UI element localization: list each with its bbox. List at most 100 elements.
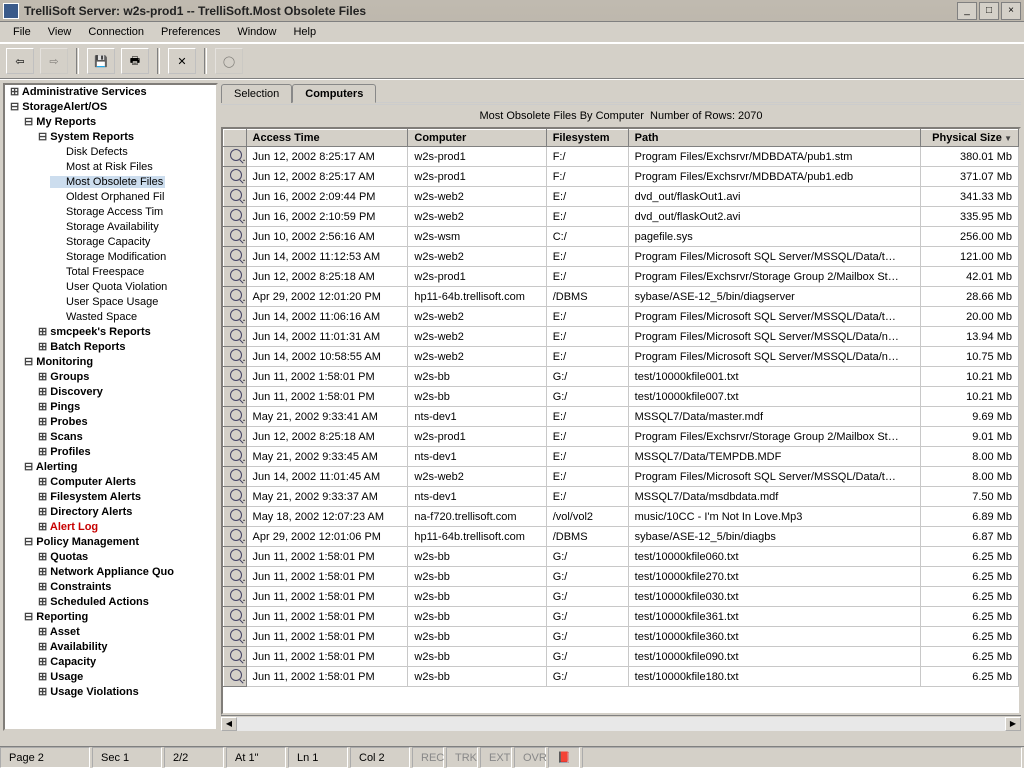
- magnify-icon[interactable]: [230, 209, 242, 221]
- tree-item[interactable]: Reporting: [22, 611, 90, 623]
- table-row[interactable]: Jun 12, 2002 8:25:18 AMw2s-prod1E:/Progr…: [224, 427, 1019, 447]
- tree-item[interactable]: Groups: [36, 371, 91, 383]
- magnify-icon[interactable]: [230, 589, 242, 601]
- table-row[interactable]: Jun 11, 2002 1:58:01 PMw2s-bbG:/test/100…: [224, 567, 1019, 587]
- menu-view[interactable]: View: [41, 24, 79, 40]
- table-row[interactable]: Jun 11, 2002 1:58:01 PMw2s-bbG:/test/100…: [224, 607, 1019, 627]
- table-row[interactable]: Jun 11, 2002 1:58:01 PMw2s-bbG:/test/100…: [224, 547, 1019, 567]
- tree-item[interactable]: Directory Alerts: [36, 506, 134, 518]
- tree-item[interactable]: User Quota Violation: [50, 281, 169, 293]
- magnify-icon[interactable]: [230, 609, 242, 621]
- magnify-icon[interactable]: [230, 269, 242, 281]
- data-grid[interactable]: Access TimeComputerFilesystemPathPhysica…: [221, 127, 1021, 715]
- magnify-icon[interactable]: [230, 349, 242, 361]
- tree-item[interactable]: smcpeek's Reports: [36, 326, 153, 338]
- tree-item[interactable]: Storage Capacity: [50, 236, 152, 248]
- tree-item[interactable]: Most at Risk Files: [50, 161, 155, 173]
- tree-item[interactable]: Network Appliance Quo: [36, 566, 176, 578]
- magnify-icon[interactable]: [230, 669, 242, 681]
- table-row[interactable]: Jun 16, 2002 2:09:44 PMw2s-web2E:/dvd_ou…: [224, 187, 1019, 207]
- table-row[interactable]: Jun 12, 2002 8:25:17 AMw2s-prod1F:/Progr…: [224, 147, 1019, 167]
- table-row[interactable]: Jun 11, 2002 1:58:01 PMw2s-bbG:/test/100…: [224, 367, 1019, 387]
- tree-item[interactable]: Discovery: [36, 386, 105, 398]
- scroll-right[interactable]: ▶: [1005, 717, 1021, 731]
- tree-item[interactable]: Storage Access Tim: [50, 206, 165, 218]
- tree-item[interactable]: My Reports: [22, 116, 98, 128]
- table-row[interactable]: Jun 11, 2002 1:58:01 PMw2s-bbG:/test/100…: [224, 667, 1019, 687]
- magnify-icon[interactable]: [230, 169, 242, 181]
- forward-button[interactable]: ⇨: [40, 48, 68, 74]
- tree-item[interactable]: StorageAlert/OS: [8, 101, 109, 113]
- close-button[interactable]: ×: [1001, 2, 1021, 20]
- tree-item[interactable]: Monitoring: [22, 356, 95, 368]
- magnify-icon[interactable]: [230, 309, 242, 321]
- tree-item[interactable]: Total Freespace: [50, 266, 146, 278]
- col-fs[interactable]: Filesystem: [546, 130, 628, 147]
- stop-button[interactable]: ◯: [215, 48, 243, 74]
- menu-preferences[interactable]: Preferences: [154, 24, 227, 40]
- tree-item[interactable]: Usage Violations: [36, 686, 141, 698]
- table-row[interactable]: Jun 11, 2002 1:58:01 PMw2s-bbG:/test/100…: [224, 587, 1019, 607]
- print-button[interactable]: 🖶: [121, 48, 149, 74]
- magnify-icon[interactable]: [230, 189, 242, 201]
- tree-item[interactable]: Oldest Orphaned Fil: [50, 191, 166, 203]
- tree-item[interactable]: Policy Management: [22, 536, 141, 548]
- scroll-left[interactable]: ◀: [221, 717, 237, 731]
- tree-item[interactable]: User Space Usage: [50, 296, 160, 308]
- table-row[interactable]: Jun 11, 2002 1:58:01 PMw2s-bbG:/test/100…: [224, 627, 1019, 647]
- col-path[interactable]: Path: [628, 130, 920, 147]
- table-row[interactable]: Jun 14, 2002 11:01:45 AMw2s-web2E:/Progr…: [224, 467, 1019, 487]
- table-row[interactable]: Jun 14, 2002 10:58:55 AMw2s-web2E:/Progr…: [224, 347, 1019, 367]
- table-row[interactable]: Apr 29, 2002 12:01:20 PMhp11-64b.trellis…: [224, 287, 1019, 307]
- tree-item[interactable]: Capacity: [36, 656, 98, 668]
- tree-item[interactable]: Probes: [36, 416, 90, 428]
- tab-selection[interactable]: Selection: [221, 84, 292, 103]
- table-row[interactable]: Jun 14, 2002 11:12:53 AMw2s-web2E:/Progr…: [224, 247, 1019, 267]
- menu-connection[interactable]: Connection: [81, 24, 151, 40]
- tree-item[interactable]: Asset: [36, 626, 82, 638]
- table-row[interactable]: May 21, 2002 9:33:45 AMnts-dev1E:/MSSQL7…: [224, 447, 1019, 467]
- table-row[interactable]: Jun 16, 2002 2:10:59 PMw2s-web2E:/dvd_ou…: [224, 207, 1019, 227]
- nav-tree[interactable]: Administrative Services StorageAlert/OS My…: [3, 83, 218, 731]
- magnify-icon[interactable]: [230, 569, 242, 581]
- tree-item[interactable]: Wasted Space: [50, 311, 139, 323]
- tree-item[interactable]: Batch Reports: [36, 341, 127, 353]
- table-row[interactable]: Jun 11, 2002 1:58:01 PMw2s-bbG:/test/100…: [224, 647, 1019, 667]
- magnify-icon[interactable]: [230, 409, 242, 421]
- col-comp[interactable]: Computer: [408, 130, 546, 147]
- magnify-icon[interactable]: [230, 469, 242, 481]
- magnify-icon[interactable]: [230, 429, 242, 441]
- tab-computers[interactable]: Computers: [292, 84, 376, 103]
- tree-item[interactable]: Administrative Services: [8, 86, 149, 98]
- tree-item[interactable]: Pings: [36, 401, 82, 413]
- magnify-icon[interactable]: [230, 489, 242, 501]
- tree-item[interactable]: Alerting: [22, 461, 79, 473]
- table-row[interactable]: Jun 11, 2002 1:58:01 PMw2s-bbG:/test/100…: [224, 387, 1019, 407]
- tree-item[interactable]: Filesystem Alerts: [36, 491, 143, 503]
- menu-help[interactable]: Help: [286, 24, 323, 40]
- tree-item[interactable]: Availability: [36, 641, 110, 653]
- tree-item[interactable]: Scans: [36, 431, 85, 443]
- col-size[interactable]: Physical Size: [920, 130, 1018, 147]
- table-row[interactable]: Jun 12, 2002 8:25:18 AMw2s-prod1E:/Progr…: [224, 267, 1019, 287]
- col-time[interactable]: Access Time: [246, 130, 408, 147]
- save-button[interactable]: 💾: [87, 48, 115, 74]
- tree-item[interactable]: Storage Modification: [50, 251, 168, 263]
- tree-item[interactable]: Constraints: [36, 581, 113, 593]
- table-row[interactable]: May 21, 2002 9:33:41 AMnts-dev1E:/MSSQL7…: [224, 407, 1019, 427]
- table-row[interactable]: Apr 29, 2002 12:01:06 PMhp11-64b.trellis…: [224, 527, 1019, 547]
- tree-item[interactable]: Storage Availability: [50, 221, 161, 233]
- table-row[interactable]: May 21, 2002 9:33:37 AMnts-dev1E:/MSSQL7…: [224, 487, 1019, 507]
- magnify-icon[interactable]: [230, 229, 242, 241]
- menu-file[interactable]: File: [6, 24, 38, 40]
- h-scrollbar[interactable]: ◀ ▶: [221, 715, 1021, 731]
- back-button[interactable]: ⇦: [6, 48, 34, 74]
- tree-item[interactable]: Quotas: [36, 551, 90, 563]
- tree-item[interactable]: Usage: [36, 671, 85, 683]
- delete-button[interactable]: ✕: [168, 48, 196, 74]
- minimize-button[interactable]: _: [957, 2, 977, 20]
- magnify-icon[interactable]: [230, 149, 242, 161]
- magnify-icon[interactable]: [230, 329, 242, 341]
- menu-window[interactable]: Window: [230, 24, 283, 40]
- table-row[interactable]: Jun 10, 2002 2:56:16 AMw2s-wsmC:/pagefil…: [224, 227, 1019, 247]
